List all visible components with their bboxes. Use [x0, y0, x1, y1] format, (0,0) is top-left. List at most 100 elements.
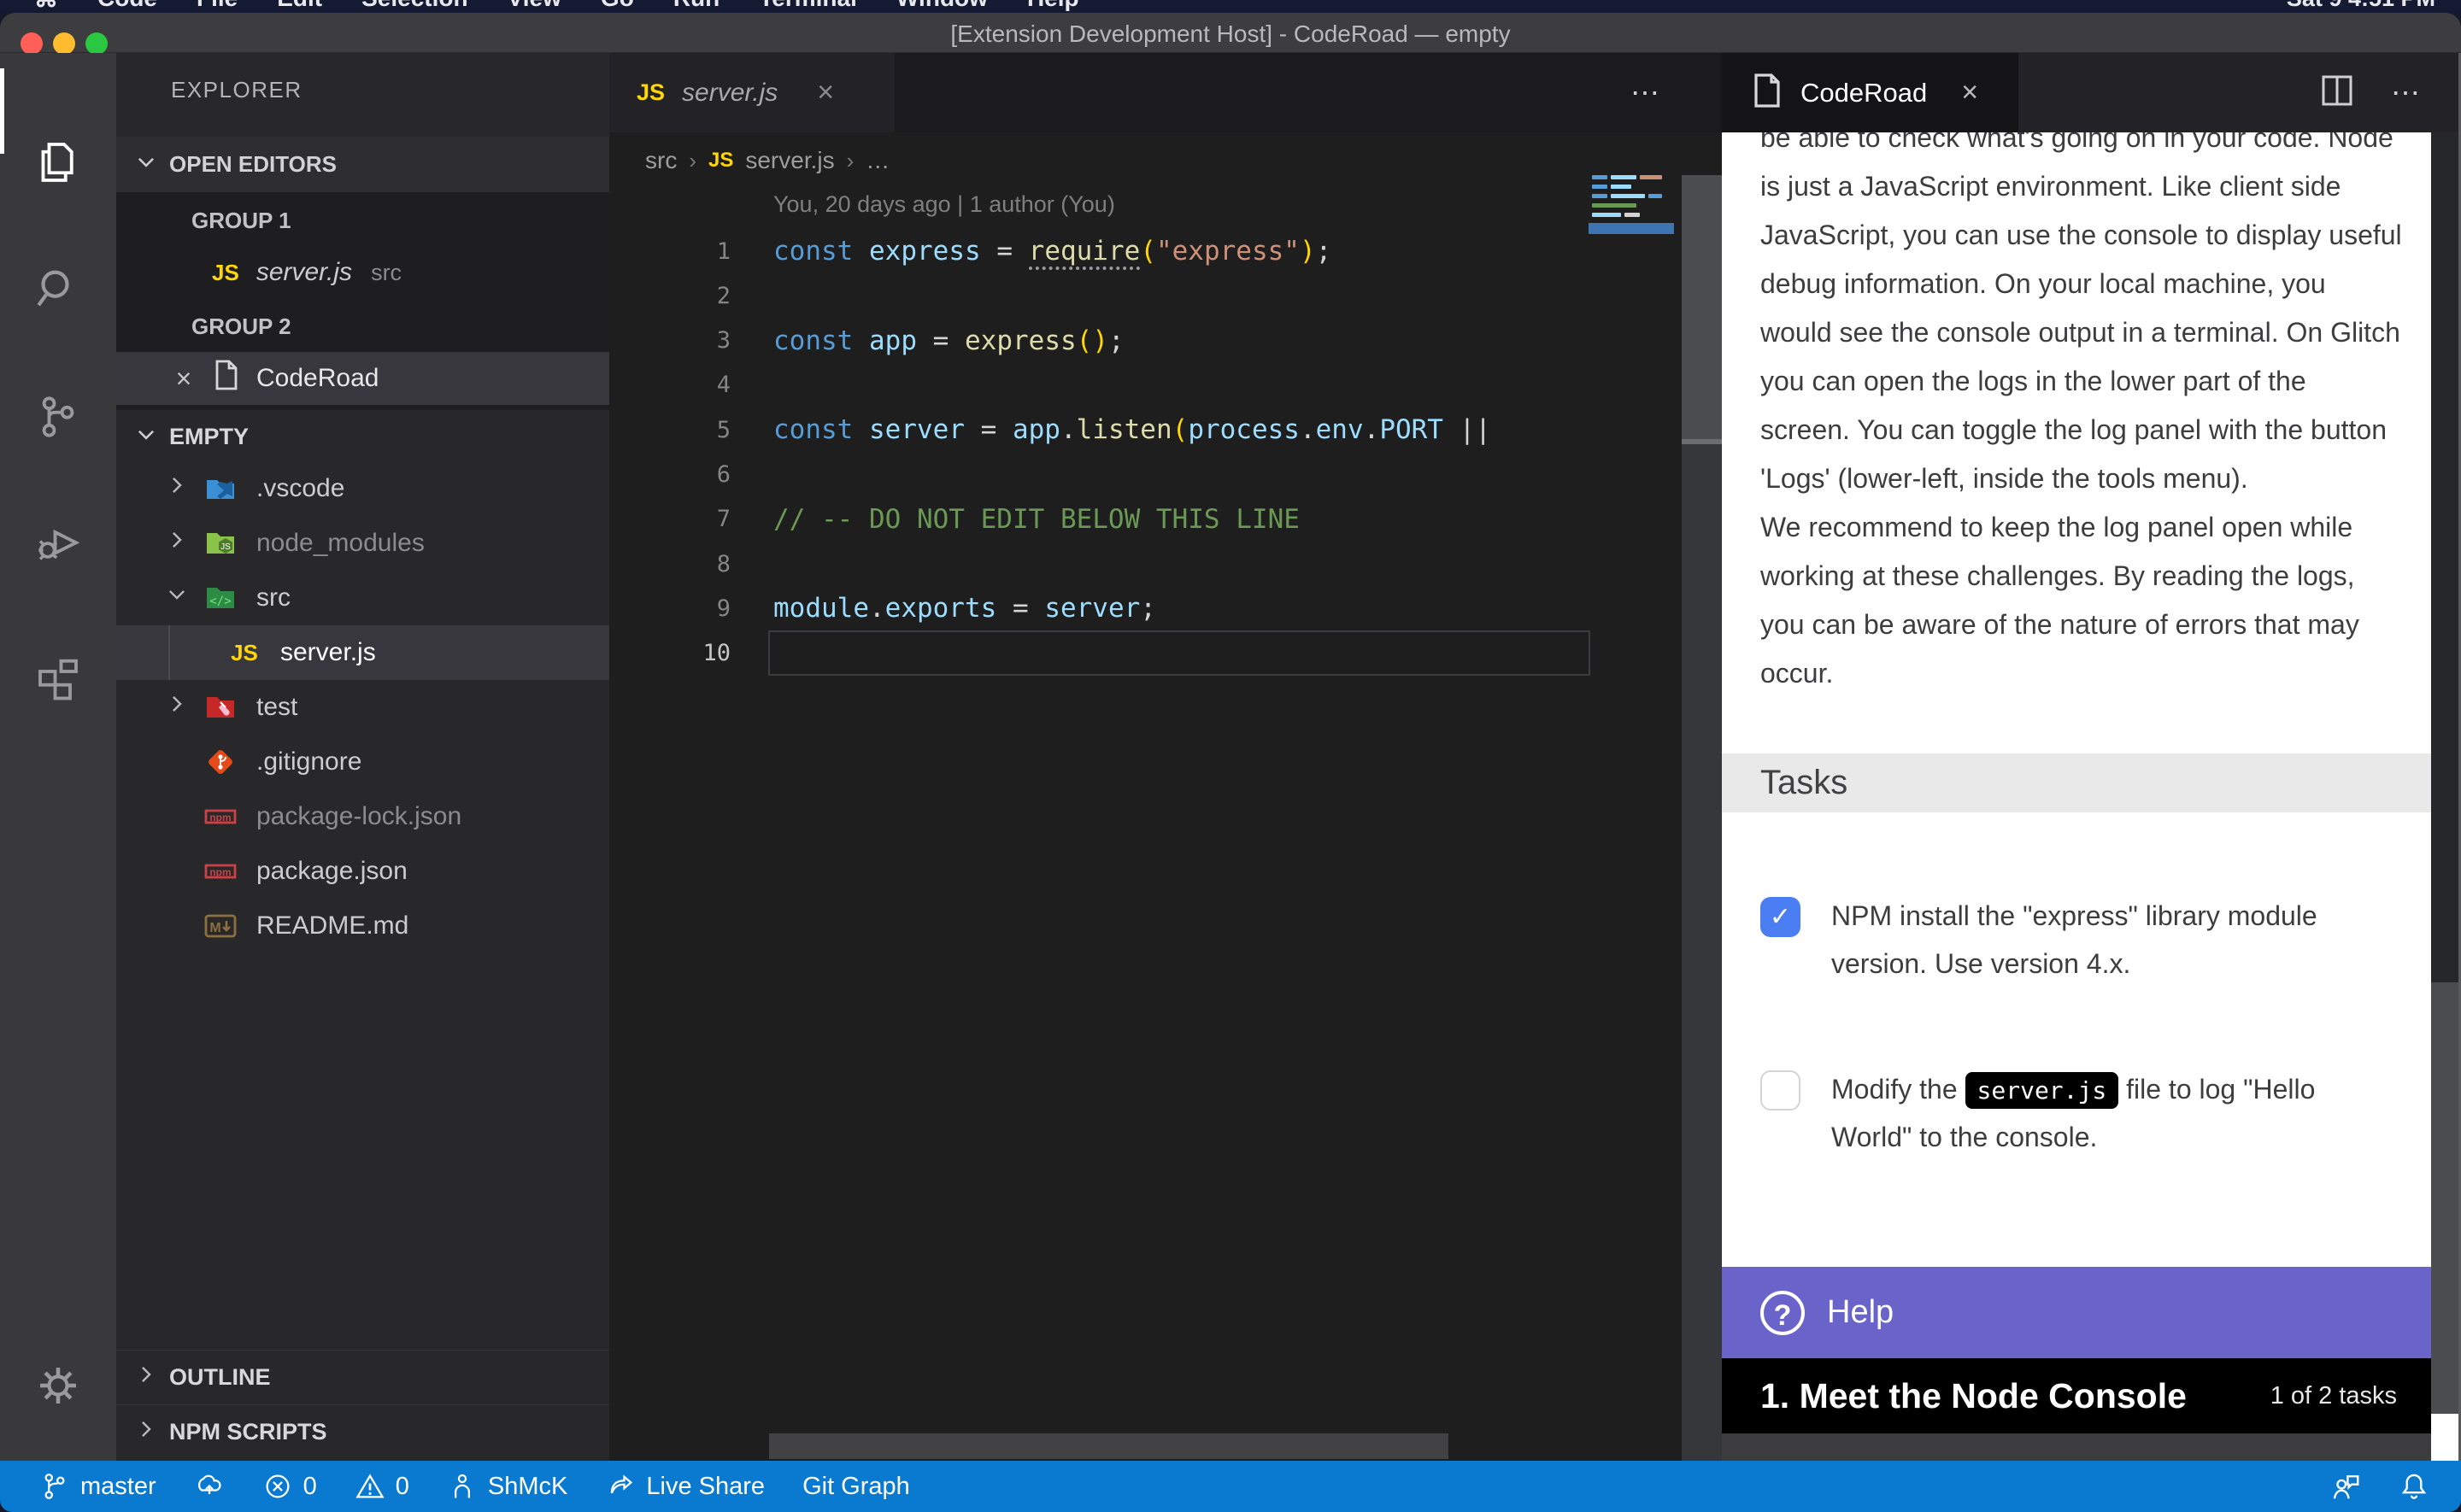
- activity-run-debug-icon[interactable]: [0, 497, 116, 591]
- close-icon[interactable]: ×: [169, 363, 198, 395]
- status-item-git-graph[interactable]: Git Graph: [802, 1473, 910, 1501]
- menu-file[interactable]: File: [197, 0, 238, 12]
- status-item-label: ShMcK: [488, 1473, 567, 1501]
- panel-scrollbar[interactable]: [2431, 132, 2458, 1461]
- tree-item-test[interactable]: test: [116, 680, 609, 735]
- line-number: 8: [609, 551, 731, 577]
- menu-edit[interactable]: Edit: [277, 0, 322, 12]
- split-editor-icon[interactable]: [2321, 74, 2353, 111]
- line-number: 9: [609, 595, 731, 622]
- status-item-live-share[interactable]: Live Share: [605, 1471, 765, 1502]
- more-actions-icon[interactable]: ⋯: [2391, 76, 2423, 110]
- close-tab-icon[interactable]: ×: [1961, 76, 1978, 109]
- menubar-status-area: Sat 9 4:51 PM: [2287, 0, 2435, 13]
- status-bar-left: master 0 0 ShMcK Live Share Git Graph: [39, 1471, 910, 1502]
- menu-view[interactable]: View: [508, 0, 561, 12]
- chevron-right-icon: [135, 1418, 157, 1446]
- code-line-2[interactable]: 2: [609, 273, 1682, 318]
- status-item-sync[interactable]: [194, 1471, 225, 1502]
- menu-code[interactable]: Code: [97, 0, 157, 12]
- open-editor-item-server-js[interactable]: JSserver.jssrc: [116, 246, 609, 299]
- tree-item-label: README.md: [256, 911, 408, 941]
- tree-item-package-json[interactable]: npmpackage.json: [116, 844, 609, 899]
- js-icon: JS: [212, 258, 239, 287]
- open-editors-header[interactable]: OPEN EDITORS: [116, 137, 609, 192]
- tab-coderoad[interactable]: CodeRoad ×: [1722, 53, 2018, 132]
- manage-gear-icon[interactable]: [0, 1339, 116, 1433]
- person-icon: [447, 1471, 478, 1502]
- status-item-master[interactable]: master: [39, 1471, 156, 1502]
- code-line-9[interactable]: 9module.exports = server;: [609, 586, 1682, 630]
- checkbox-checked[interactable]: ✓: [1760, 897, 1800, 937]
- open-editors-group-label: GROUP 2: [191, 301, 291, 352]
- activity-search-icon[interactable]: [0, 242, 116, 336]
- status-item-0[interactable]: 0: [355, 1471, 409, 1502]
- editor-vertical-scrollbar[interactable]: [1682, 175, 1722, 1461]
- tree-item--gitignore[interactable]: .gitignore: [116, 735, 609, 789]
- tree-item--vscode[interactable]: .vscode: [116, 461, 609, 516]
- menu-go[interactable]: Go: [601, 0, 634, 12]
- task-text-line: Modify the server.js file to log "Hello: [1831, 1065, 2429, 1113]
- folder-section-header[interactable]: EMPTY: [116, 410, 609, 463]
- activity-explorer-icon[interactable]: [0, 115, 116, 209]
- minimap-slider[interactable]: [1589, 223, 1674, 234]
- menu-help[interactable]: Help: [1027, 0, 1079, 12]
- code-text: const express = require("express");: [773, 236, 1331, 267]
- code-line-8[interactable]: 8: [609, 542, 1682, 586]
- status-item-label: Git Graph: [802, 1473, 910, 1501]
- breadcrumb-item[interactable]: …: [866, 147, 890, 174]
- lesson-footer[interactable]: 1. Meet the Node Console 1 of 2 tasks: [1722, 1358, 2431, 1433]
- task-text-line: NPM install the "express" library module: [1831, 892, 2429, 940]
- open-editor-item-coderoad[interactable]: ×CodeRoad: [116, 352, 609, 405]
- warning-icon: [355, 1471, 385, 1502]
- chevron-down-icon: [166, 583, 188, 612]
- breadcrumb-item[interactable]: server.js: [745, 147, 834, 174]
- breadcrumb-item[interactable]: src: [645, 147, 677, 174]
- panel-actions: ⋯: [2321, 53, 2423, 132]
- code-line-3[interactable]: 3const app = express();: [609, 319, 1682, 363]
- tab-server-js[interactable]: JS server.js ×: [609, 53, 895, 132]
- window-titlebar[interactable]: [Extension Development Host] - CodeRoad …: [0, 13, 2461, 53]
- tree-item-package-lock-json[interactable]: npmpackage-lock.json: [116, 789, 609, 844]
- editor-horizontal-scrollbar[interactable]: [769, 1433, 1448, 1459]
- code-line-4[interactable]: 4: [609, 363, 1682, 407]
- menu-run[interactable]: Run: [673, 0, 720, 12]
- tree-item-label: src: [256, 583, 291, 612]
- sidebar-section-outline[interactable]: OUTLINE: [116, 1350, 609, 1404]
- code-line-6[interactable]: 6: [609, 453, 1682, 497]
- feedback-icon[interactable]: [2329, 1470, 2362, 1503]
- code-line-5[interactable]: 5const server = app.listen(process.env.P…: [609, 407, 1682, 452]
- line-number: 4: [609, 372, 731, 398]
- activity-source-control-icon[interactable]: [0, 370, 116, 464]
- activity-extensions-icon[interactable]: [0, 630, 116, 724]
- paragraph-line: is just a JavaScript environment. Like c…: [1760, 162, 2410, 211]
- sidebar-section-npm-scripts[interactable]: NPM SCRIPTS: [116, 1404, 609, 1459]
- open-editor-label: server.js: [256, 258, 352, 287]
- code-line-1[interactable]: 1const express = require("express");: [609, 229, 1682, 273]
- menu-terminal[interactable]: Terminal: [759, 0, 857, 12]
- paragraph-line: be able to check what's going on in your…: [1760, 132, 2410, 162]
- breadcrumb[interactable]: src›JSserver.js›…: [645, 142, 890, 179]
- vscode-window: ⌘ Code File Edit Selection View Go Run Terminal W…: [0, 0, 2461, 1512]
- menu-selection[interactable]: Selection: [361, 0, 467, 12]
- bell-icon[interactable]: [2398, 1470, 2430, 1503]
- editor-more-actions-icon[interactable]: ⋯: [1630, 53, 1662, 132]
- tree-item-server-js[interactable]: JSserver.js: [116, 625, 609, 680]
- activity-bar: [0, 53, 116, 1461]
- tree-item-node_modules[interactable]: JSnode_modules: [116, 516, 609, 571]
- tree-item-src[interactable]: </>src: [116, 571, 609, 625]
- menu-window[interactable]: Window: [896, 0, 988, 12]
- close-tab-icon[interactable]: ×: [817, 76, 834, 109]
- checkbox-unchecked[interactable]: [1760, 1070, 1800, 1111]
- open-editors-list: GROUP 1JSserver.jssrcGROUP 2×CodeRoad: [116, 192, 609, 410]
- status-item-shmck[interactable]: ShMcK: [447, 1471, 567, 1502]
- tree-item-label: package.json: [256, 857, 408, 886]
- section-label: NPM SCRIPTS: [169, 1419, 327, 1445]
- code-line-7[interactable]: 7// -- DO NOT EDIT BELOW THIS LINE: [609, 497, 1682, 542]
- apple-menu-icon[interactable]: ⌘: [34, 0, 58, 13]
- code-line-10[interactable]: 10: [609, 631, 1682, 676]
- help-section[interactable]: ? Help: [1722, 1267, 2431, 1358]
- tree-item-readme-md[interactable]: MREADME.md: [116, 899, 609, 953]
- status-item-0[interactable]: 0: [262, 1471, 317, 1502]
- chevron-right-icon: [166, 693, 188, 722]
